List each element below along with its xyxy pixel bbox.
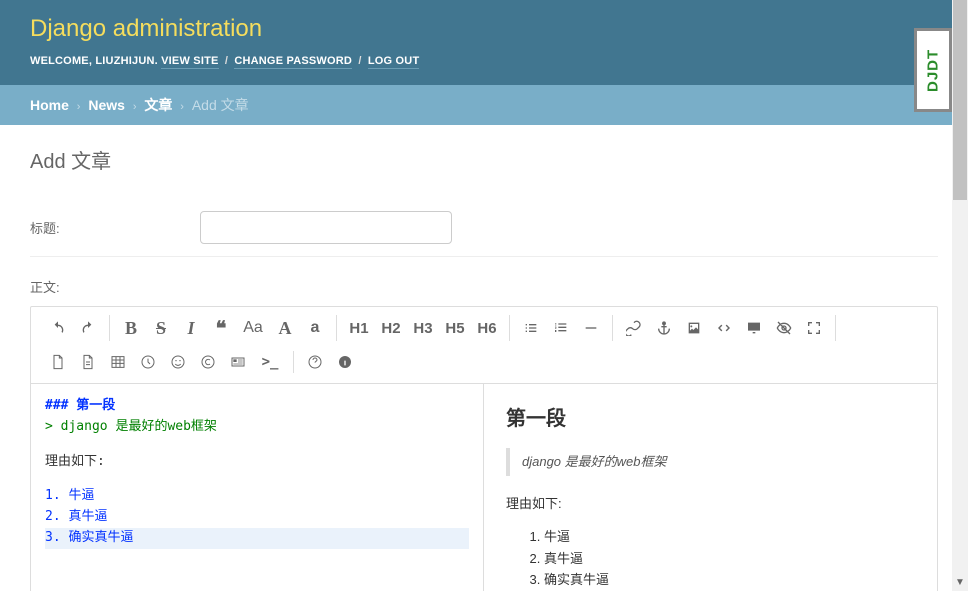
h3-button[interactable]: H3 xyxy=(407,315,439,341)
logout-link[interactable]: LOG OUT xyxy=(368,55,420,69)
h5-button[interactable]: H5 xyxy=(439,315,471,341)
scrollbar-thumb[interactable] xyxy=(953,0,967,200)
redo-icon[interactable] xyxy=(73,315,103,341)
src-list-item: 1. 牛逼 xyxy=(45,486,469,507)
monitor-icon[interactable] xyxy=(739,315,769,341)
welcome-text: WELCOME, xyxy=(30,55,92,67)
preview-list: 牛逼 真牛逼 确实真牛逼 xyxy=(544,527,915,590)
fullscreen-icon[interactable] xyxy=(799,315,829,341)
hr-icon[interactable] xyxy=(576,315,606,341)
editor-source-pane[interactable]: ### 第一段 > django 是最好的web框架 理由如下: 1. 牛逼 2… xyxy=(31,384,484,591)
file-icon[interactable] xyxy=(43,349,73,375)
case-icon[interactable]: Aa xyxy=(236,315,270,341)
username: LIUZHIJUN xyxy=(95,55,154,67)
scroll-down-arrow[interactable]: ▼ xyxy=(955,577,965,588)
preview-quote: django 是最好的web框架 xyxy=(506,448,915,476)
link-icon[interactable] xyxy=(619,315,649,341)
lowercase-icon[interactable]: a xyxy=(300,315,330,341)
preview-list-item: 确实真牛逼 xyxy=(544,570,915,590)
undo-icon[interactable] xyxy=(43,315,73,341)
h2-button[interactable]: H2 xyxy=(375,315,407,341)
strikethrough-icon[interactable]: S xyxy=(146,315,176,341)
breadcrumb-model[interactable]: 文章 xyxy=(144,97,172,113)
help-icon[interactable] xyxy=(300,349,330,375)
clock-icon[interactable] xyxy=(133,349,163,375)
ul-icon[interactable] xyxy=(516,315,546,341)
src-list-item: 2. 真牛逼 xyxy=(45,507,469,528)
image-icon[interactable] xyxy=(679,315,709,341)
title-input[interactable] xyxy=(200,211,452,244)
h6-button[interactable]: H6 xyxy=(471,315,503,341)
preview-list-item: 真牛逼 xyxy=(544,549,915,569)
admin-header: Django administration WELCOME, LIUZHIJUN… xyxy=(0,0,968,85)
anchor-icon[interactable] xyxy=(649,315,679,341)
info-icon[interactable] xyxy=(330,349,360,375)
card-icon[interactable] xyxy=(223,349,253,375)
code-icon[interactable] xyxy=(709,315,739,341)
vertical-scrollbar[interactable]: ▲ ▼ xyxy=(952,0,968,591)
quote-icon[interactable]: ❝ xyxy=(206,315,236,341)
django-debug-toolbar-handle[interactable]: DJDT xyxy=(914,28,952,112)
breadcrumb-app[interactable]: News xyxy=(88,97,125,113)
file2-icon[interactable] xyxy=(73,349,103,375)
preview-heading: 第一段 xyxy=(506,404,915,434)
terminal-icon[interactable]: >_ xyxy=(253,349,287,375)
italic-icon[interactable]: I xyxy=(176,315,206,341)
site-branding: Django administration xyxy=(30,15,938,43)
bold-icon[interactable]: B xyxy=(116,315,146,341)
h1-button[interactable]: H1 xyxy=(343,315,375,341)
src-list-item: 3. 确实真牛逼 xyxy=(45,528,469,549)
body-row: 正文: B S I ❝ Aa A a xyxy=(30,257,938,591)
breadcrumb-current: Add 文章 xyxy=(192,97,249,113)
breadcrumb-home[interactable]: Home xyxy=(30,97,69,113)
editor-toolbar: B S I ❝ Aa A a H1 H2 H3 H5 H6 xyxy=(31,307,937,383)
uppercase-icon[interactable]: A xyxy=(270,315,300,341)
editor-preview-pane: 第一段 django 是最好的web框架 理由如下: 牛逼 真牛逼 确实真牛逼 xyxy=(484,384,937,591)
eye-off-icon[interactable] xyxy=(769,315,799,341)
user-links: WELCOME, LIUZHIJUN. VIEW SITE / CHANGE P… xyxy=(30,55,938,67)
emoji-icon[interactable] xyxy=(163,349,193,375)
ol-icon[interactable] xyxy=(546,315,576,341)
body-label: 正文: xyxy=(30,277,200,296)
copyright-icon[interactable] xyxy=(193,349,223,375)
title-row: 标题: xyxy=(30,199,938,257)
view-site-link[interactable]: VIEW SITE xyxy=(161,55,218,69)
src-list: 1. 牛逼 2. 真牛逼 3. 确实真牛逼 xyxy=(45,486,469,548)
src-quote: > django 是最好的web框架 xyxy=(45,417,469,438)
page-title: Add 文章 xyxy=(30,145,938,174)
src-heading: ### 第一段 xyxy=(45,396,469,417)
change-password-link[interactable]: CHANGE PASSWORD xyxy=(234,55,352,69)
title-label: 标题: xyxy=(30,218,200,237)
breadcrumb: Home › News › 文章 › Add 文章 xyxy=(0,85,968,125)
table-icon[interactable] xyxy=(103,349,133,375)
preview-text: 理由如下: xyxy=(506,494,915,514)
markdown-editor: B S I ❝ Aa A a H1 H2 H3 H5 H6 xyxy=(30,306,938,591)
preview-list-item: 牛逼 xyxy=(544,527,915,547)
src-text: 理由如下: xyxy=(45,452,469,473)
